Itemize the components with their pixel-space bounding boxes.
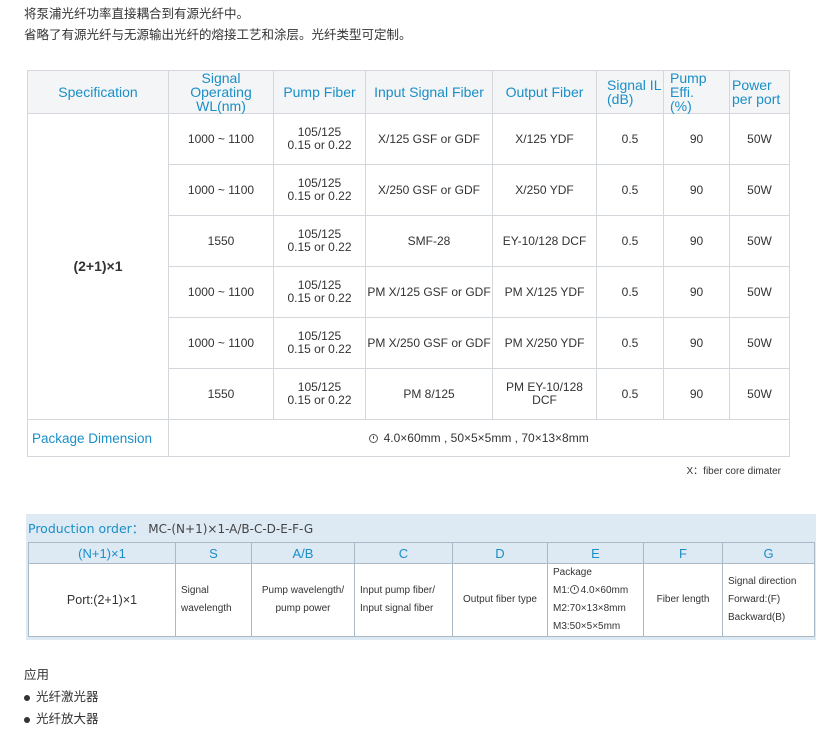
order-f: Fiber length	[643, 563, 723, 637]
bullet-icon	[24, 694, 30, 701]
diameter-icon	[369, 433, 379, 443]
intro-text: 将泵浦光纤功率直接耦合到有源光纤中。 省略了有源光纤与无源输出光纤的熔接工艺和涂…	[24, 3, 412, 45]
order-header: F	[643, 542, 723, 564]
fiber-note: X：fiber core dimater	[686, 466, 781, 477]
order-table: (N+1)×1 S A/B C D E F G Port:(2+1)×1 Sig…	[28, 542, 815, 637]
cell-pump: 105/125 0.15 or 0.22	[273, 215, 366, 267]
cell-power: 50W	[729, 164, 790, 216]
order-header: C	[354, 542, 453, 564]
production-order-title: Production order： MC-(N+1)×1-A/B-C-D-E-F…	[28, 518, 313, 537]
spec-header-row: Specification Signal Operating WL(nm) Pum…	[27, 70, 790, 114]
header-pump-eff: Pump Effi. (%)	[663, 70, 730, 114]
cell-pump: 105/125 0.15 or 0.22	[273, 164, 366, 216]
order-title-label: Production order：	[28, 521, 145, 536]
order-header: A/B	[251, 542, 355, 564]
cell-pump: 105/125 0.15 or 0.22	[273, 368, 366, 420]
spec-table: Specification Signal Operating WL(nm) Pum…	[27, 70, 790, 457]
model-cell: (2+1)×1	[27, 113, 169, 420]
cell-pump: 105/125 0.15 or 0.22	[273, 317, 366, 369]
cell-input: SMF-28	[365, 215, 493, 267]
cell-input: PM 8/125	[365, 368, 493, 420]
package-value-cell: 4.0×60mm , 50×5×5mm , 70×13×8mm	[168, 419, 790, 457]
order-header: D	[452, 542, 548, 564]
cell-wl: 1000 ~ 1100	[168, 266, 274, 318]
cell-output: X/125 YDF	[492, 113, 597, 165]
cell-il: 0.5	[596, 164, 664, 216]
order-d: Output fiber type	[452, 563, 548, 637]
cell-il: 0.5	[596, 113, 664, 165]
cell-input: PM X/125 GSF or GDF	[365, 266, 493, 318]
cell-eff: 90	[663, 368, 730, 420]
cell-output: EY-10/128 DCF	[492, 215, 597, 267]
cell-il: 0.5	[596, 317, 664, 369]
package-row: Package Dimension 4.0×60mm , 50×5×5mm , …	[27, 419, 790, 457]
order-header: G	[722, 542, 815, 564]
order-g: Signal direction Forward:(F) Backward(B)	[722, 563, 815, 637]
cell-output: PM X/125 YDF	[492, 266, 597, 318]
application-item: 光纤放大器	[24, 708, 99, 730]
spec-row: (2+1)×1 1000 ~ 1100 105/125 0.15 or 0.22 …	[27, 113, 790, 420]
cell-wl: 1550	[168, 215, 274, 267]
cell-il: 0.5	[596, 266, 664, 318]
intro-line-1: 将泵浦光纤功率直接耦合到有源光纤中。	[24, 6, 250, 21]
cell-il: 0.5	[596, 368, 664, 420]
header-signal-wl: Signal Operating WL(nm)	[168, 70, 274, 114]
cell-eff: 90	[663, 215, 730, 267]
order-header: S	[175, 542, 252, 564]
order-s: Signal wavelength	[175, 563, 252, 637]
header-specification: Specification	[27, 70, 169, 114]
cell-eff: 90	[663, 266, 730, 318]
application-item: 光纤激光器	[24, 686, 99, 708]
cell-input: X/250 GSF or GDF	[365, 164, 493, 216]
cell-input: X/125 GSF or GDF	[365, 113, 493, 165]
bullet-icon	[24, 716, 30, 723]
cell-power: 50W	[729, 368, 790, 420]
cell-power: 50W	[729, 266, 790, 318]
production-order-block: Production order： MC-(N+1)×1-A/B-C-D-E-F…	[26, 514, 816, 640]
package-label: Package Dimension	[27, 419, 169, 457]
order-header-row: (N+1)×1 S A/B C D E F G	[28, 542, 815, 564]
cell-eff: 90	[663, 164, 730, 216]
cell-power: 50W	[729, 317, 790, 369]
header-power: Power per port	[729, 70, 790, 114]
cell-wl: 1000 ~ 1100	[168, 317, 274, 369]
cell-power: 50W	[729, 113, 790, 165]
cell-input: PM X/250 GSF or GDF	[365, 317, 493, 369]
diameter-icon	[569, 585, 579, 594]
cell-wl: 1000 ~ 1100	[168, 164, 274, 216]
cell-output: PM X/250 YDF	[492, 317, 597, 369]
cell-il: 0.5	[596, 215, 664, 267]
cell-pump: 105/125 0.15 or 0.22	[273, 266, 366, 318]
order-body-row: Port:(2+1)×1 Signal wavelength Pump wavel…	[28, 563, 815, 637]
cell-eff: 90	[663, 113, 730, 165]
application-title: 应用	[24, 667, 50, 682]
header-signal-il: Signal IL (dB)	[596, 70, 664, 114]
header-input-signal-fiber: Input Signal Fiber	[365, 70, 493, 114]
application-section: 应用 光纤激光器 光纤放大器	[24, 664, 99, 730]
cell-output: PM EY-10/128 DCF	[492, 368, 597, 420]
cell-wl: 1550	[168, 368, 274, 420]
cell-pump: 105/125 0.15 or 0.22	[273, 113, 366, 165]
order-code: MC-(N+1)×1-A/B-C-D-E-F-G	[148, 522, 314, 536]
order-header: E	[547, 542, 644, 564]
order-c: Input pump fiber/Input signal fiber	[354, 563, 453, 637]
cell-output: X/250 YDF	[492, 164, 597, 216]
header-pump-fiber: Pump Fiber	[273, 70, 366, 114]
header-output-fiber: Output Fiber	[492, 70, 597, 114]
order-port: Port:(2+1)×1	[28, 563, 176, 637]
package-value: 4.0×60mm , 50×5×5mm , 70×13×8mm	[383, 430, 589, 445]
order-header: (N+1)×1	[28, 542, 176, 564]
cell-wl: 1000 ~ 1100	[168, 113, 274, 165]
cell-eff: 90	[663, 317, 730, 369]
order-ab: Pump wavelength/pump power	[251, 563, 355, 637]
intro-line-2: 省略了有源光纤与无源输出光纤的熔接工艺和涂层。光纤类型可定制。	[24, 27, 412, 42]
cell-power: 50W	[729, 215, 790, 267]
order-e: Package M1: 4.0×60mm M2:70×13×8mm M3:50×5×5m…	[547, 563, 644, 637]
